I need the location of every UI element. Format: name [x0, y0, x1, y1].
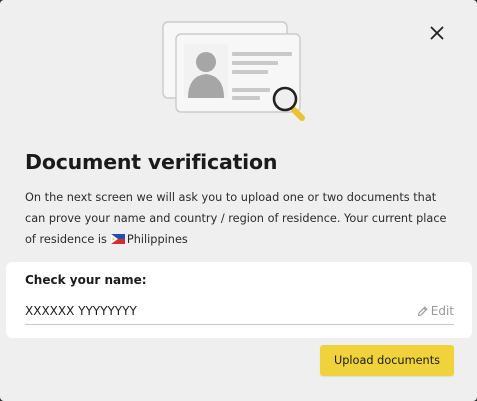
philippines-flag-icon	[110, 234, 125, 244]
description-text: On the next screen we will ask you to up…	[25, 187, 457, 250]
upload-documents-button[interactable]: Upload documents	[320, 345, 454, 376]
name-check-card: Check your name: XXXXXX YYYYYYYY Edit	[6, 262, 472, 338]
residence-country: Philippines	[126, 233, 188, 246]
page-title: Document verification	[25, 150, 278, 174]
close-button[interactable]	[424, 20, 450, 46]
name-check-label: Check your name:	[25, 273, 147, 287]
name-field: XXXXXX YYYYYYYY Edit	[25, 302, 454, 325]
pencil-icon	[417, 306, 428, 316]
id-card-magnifier-icon	[162, 21, 305, 121]
edit-name-button[interactable]: Edit	[417, 304, 454, 318]
description-body: On the next screen we will ask you to up…	[25, 191, 447, 246]
close-icon	[430, 26, 444, 40]
document-verification-modal: Document verification On the next screen…	[0, 0, 477, 401]
edit-label: Edit	[430, 304, 454, 318]
name-value: XXXXXX YYYYYYYY	[25, 304, 137, 318]
